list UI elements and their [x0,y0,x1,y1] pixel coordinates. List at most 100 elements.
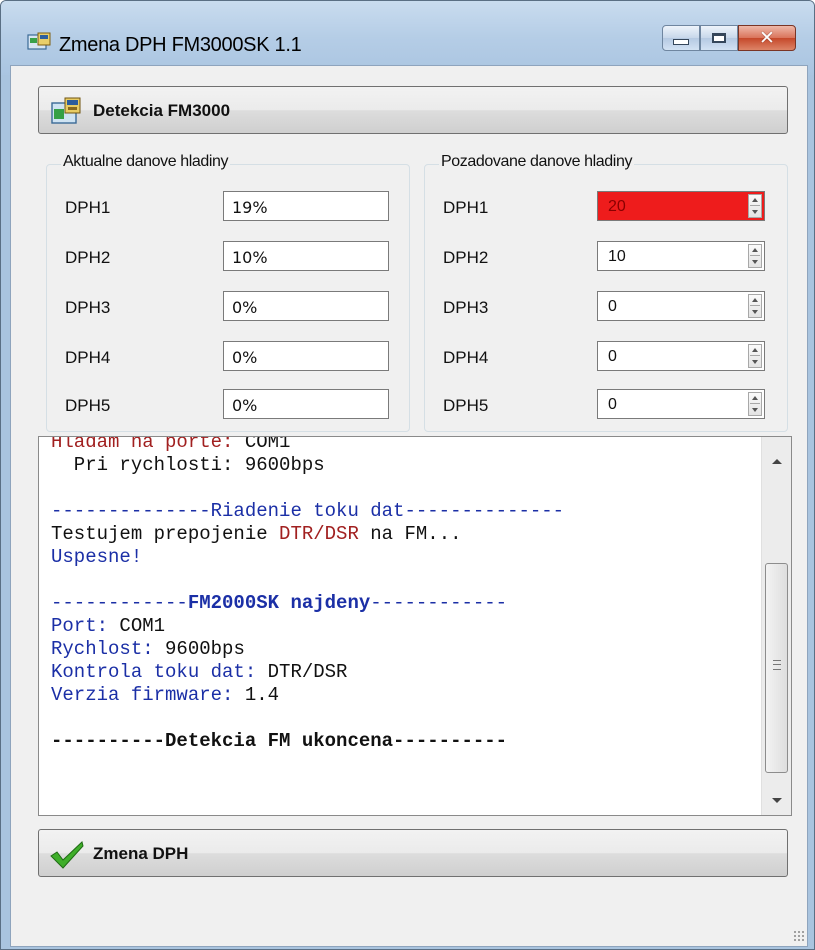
stepper-value: 10 [608,248,626,265]
log-segment: COM1 [244,436,291,453]
spin-arrows-icon[interactable] [748,194,762,218]
log-segment: FM2000SK najdeny [187,592,371,614]
current-rates-title: Aktualne danove hladiny [61,153,231,171]
spin-arrows-icon[interactable] [748,294,762,318]
title-bar[interactable]: Zmena DPH FM3000SK 1.1 ✕ [1,1,814,75]
log-segment: Uspesne! [51,546,143,568]
log-output[interactable]: Hladam na porte: COM1 Pri rychlosti: 960… [38,436,792,816]
scroll-thumb[interactable] [765,563,788,773]
requested-dph1-stepper[interactable]: 20 [597,191,765,221]
rate-label: DPH2 [65,248,111,267]
log-line: Uspesne! [51,546,564,569]
current-dph5-field[interactable]: 0% [223,389,389,419]
log-line: Verzia firmware: 1.4 [51,684,564,707]
current-dph1-field[interactable]: 19% [223,191,389,221]
log-line: --------------Riadenie toku dat---------… [51,500,564,523]
log-segment: 9600bps [244,454,325,476]
maximize-button[interactable] [700,25,738,51]
spin-arrows-icon[interactable] [748,244,762,268]
stepper-value: 20 [608,198,626,215]
window-title: Zmena DPH FM3000SK 1.1 [59,34,302,56]
current-dph2-field[interactable]: 10% [223,241,389,271]
current-rate-row: DPH4 0% [47,341,409,373]
requested-dph4-stepper[interactable]: 0 [597,341,765,371]
minimize-icon [673,39,689,45]
requested-rate-row: DPH3 0 [425,291,787,323]
requested-rates-title: Pozadovane danove hladiny [439,153,635,171]
checkmark-icon [50,841,84,869]
log-line: Kontrola toku dat: DTR/DSR [51,661,564,684]
current-rate-row: DPH2 10% [47,241,409,273]
device-detect-icon [51,97,81,124]
current-rate-row: DPH3 0% [47,291,409,323]
log-segment: ----------Detekcia FM ukoncena---------- [51,730,508,752]
app-window-icon [27,32,51,50]
maximize-icon [712,33,726,43]
close-icon: ✕ [759,27,775,49]
log-segment: Port: [51,615,120,637]
requested-dph2-stepper[interactable]: 10 [597,241,765,271]
log-segment: 1.4 [244,684,280,706]
grip-icon [773,660,781,670]
log-segment: Testujem prepojenie [51,523,280,545]
log-line: ----------Detekcia FM ukoncena---------- [51,730,564,753]
log-segment: ------------ [51,592,188,614]
log-segment: DTR/DSR [279,523,359,545]
rate-label: DPH3 [443,298,489,317]
stepper-value: 0 [608,348,617,365]
log-segment: 9600bps [165,638,245,660]
log-line: Pri rychlosti: 9600bps [51,454,564,477]
log-segment: Verzia firmware: [51,684,245,706]
requested-rate-row: DPH5 0 [425,389,787,421]
rate-label: DPH3 [65,298,111,317]
window-controls: ✕ [662,25,796,53]
stepper-value: 0 [608,396,617,413]
log-line: Rychlost: 9600bps [51,638,564,661]
log-line: ------------FM2000SK najdeny------------ [51,592,564,615]
log-segment: Rychlost: [51,638,166,660]
log-scrollbar[interactable] [761,437,791,815]
requested-rate-row: DPH4 0 [425,341,787,373]
current-dph4-field[interactable]: 0% [223,341,389,371]
stepper-value: 0 [608,298,617,315]
detect-button-label: Detekcia FM3000 [93,101,231,120]
requested-rates-group: Pozadovane danove hladiny DPH1 20 DPH2 1… [424,153,788,432]
minimize-button[interactable] [662,25,700,51]
log-segment: COM1 [119,615,166,637]
requested-dph5-stepper[interactable]: 0 [597,389,765,419]
spin-arrows-icon[interactable] [748,392,762,416]
log-line: Testujem prepojenie DTR/DSR na FM... [51,523,564,546]
log-segment: na FM... [358,523,462,545]
requested-dph3-stepper[interactable]: 0 [597,291,765,321]
rate-label: DPH2 [443,248,489,267]
log-line: Port: COM1 [51,615,564,638]
current-rate-row: DPH1 19% [47,191,409,223]
current-dph3-field[interactable]: 0% [223,291,389,321]
requested-rate-row: DPH2 10 [425,241,787,273]
log-line: Hladam na porte: COM1 [51,436,564,454]
log-segment: --------------Riadenie toku dat---------… [51,500,565,522]
rate-label: DPH5 [443,396,489,415]
spin-arrows-icon[interactable] [748,344,762,368]
close-button[interactable]: ✕ [738,25,796,51]
log-segment: DTR/DSR [267,661,348,683]
log-segment: Hladam na porte: [51,436,245,453]
log-segment: ------------ [370,592,508,614]
current-rate-row: DPH5 0% [47,389,409,421]
log-segment: Pri rychlosti: [51,454,245,476]
rate-label: DPH4 [65,348,111,367]
detect-fm3000-button[interactable]: Detekcia FM3000 [38,86,788,134]
scroll-up-icon[interactable] [772,459,782,464]
log-lines: Hladam na porte: COM1 Pri rychlosti: 960… [51,436,564,753]
scroll-down-icon[interactable] [772,798,782,803]
log-segment: Kontrola toku dat: [51,661,268,683]
rate-label: DPH1 [443,198,489,217]
zmena-dph-label: Zmena DPH [93,844,189,863]
rate-label: DPH1 [65,198,111,217]
resize-grip-icon[interactable] [793,930,805,942]
current-rates-group: Aktualne danove hladiny DPH1 19% DPH2 10… [46,153,410,432]
rate-label: DPH4 [443,348,489,367]
zmena-dph-button[interactable]: Zmena DPH [38,829,788,877]
